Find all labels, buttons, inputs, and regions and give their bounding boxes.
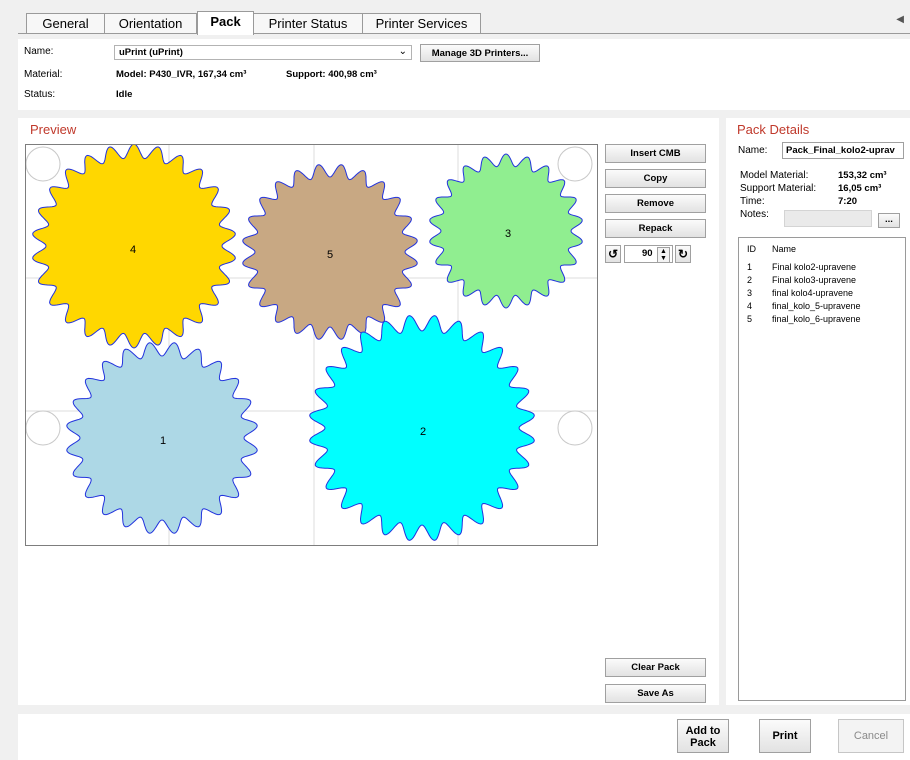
status-label: Status: [24, 89, 56, 100]
pack-model-material-value: 153,32 cm³ [838, 170, 887, 181]
time-label: Time: [740, 196, 765, 207]
tab-printer-services[interactable]: Printer Services [362, 13, 481, 33]
build-plate-drawing [26, 145, 597, 545]
rotate-ccw-icon[interactable]: ↺ [605, 245, 621, 263]
list-item-id: 2 [747, 275, 753, 285]
status-value: Idle [116, 89, 133, 100]
tab-printer-status[interactable]: Printer Status [253, 13, 363, 33]
list-item-name: Final kolo2-upravene [772, 262, 857, 272]
clear-pack-button[interactable]: Clear Pack [605, 658, 706, 677]
model-material-label: Model Material: [740, 170, 809, 181]
print-button[interactable]: Print [759, 719, 811, 753]
save-as-button[interactable]: Save As [605, 684, 706, 703]
pack-details-panel: Pack Details Name: Pack_Final_kolo2-upra… [726, 118, 910, 705]
material-label: Material: [24, 69, 63, 80]
rotation-angle-field[interactable]: 90 ▲ ▼ [624, 245, 673, 263]
remove-button[interactable]: Remove [605, 194, 706, 213]
insert-cmb-button[interactable]: Insert CMB [605, 144, 706, 163]
tab-divider [18, 33, 910, 34]
printer-select[interactable]: uPrint (uPrint) ⌄ [114, 45, 412, 60]
notes-label: Notes: [740, 209, 769, 220]
corner-clip-top-right [557, 146, 593, 182]
pack-parts-list[interactable]: ID Name 1 Final kolo2-upravene 2 Final k… [738, 237, 906, 701]
list-item-id: 4 [747, 301, 753, 311]
corner-clip-bottom-right [557, 410, 593, 446]
chevron-down-icon: ⌄ [398, 46, 407, 57]
notes-browse-button[interactable]: ... [878, 213, 900, 228]
column-header-id[interactable]: ID [747, 244, 756, 254]
part-label-5: 5 [327, 249, 334, 261]
printer-select-value: uPrint (uPrint) [119, 47, 183, 58]
notes-field[interactable] [784, 210, 872, 227]
printer-info-panel: Name: uPrint (uPrint) ⌄ Manage 3D Printe… [18, 39, 910, 110]
cancel-button[interactable]: Cancel [838, 719, 904, 753]
corner-clip-bottom-left [26, 410, 61, 446]
support-material-label: Support Material: [740, 183, 817, 194]
list-item-name: Final kolo3-upravene [772, 275, 857, 285]
build-plate-canvas[interactable]: 4 5 3 1 2 [25, 144, 598, 546]
rotate-cw-icon[interactable]: ↻ [675, 245, 691, 263]
part-label-2: 2 [420, 426, 427, 438]
pack-name-input[interactable]: Pack_Final_kolo2-uprav [782, 142, 904, 159]
pack-name-value: Pack_Final_kolo2-uprav [786, 145, 895, 156]
model-material-value: Model: P430_IVR, 167,34 cm³ [116, 69, 247, 80]
rotation-angle-value: 90 [642, 248, 653, 259]
repack-button[interactable]: Repack [605, 219, 706, 238]
rotation-controls: ↺ 90 ▲ ▼ ↻ [605, 245, 705, 265]
preview-title: Preview [30, 122, 77, 137]
part-label-3: 3 [505, 228, 512, 240]
list-item-id: 1 [747, 262, 753, 272]
list-item-name: final_kolo_6-upravene [772, 314, 861, 324]
tab-general[interactable]: General [26, 13, 105, 33]
list-item-name: final kolo4-upravene [772, 288, 854, 298]
pack-support-material-value: 16,05 cm³ [838, 183, 882, 194]
tab-pack[interactable]: Pack [197, 11, 254, 35]
manage-printers-button[interactable]: Manage 3D Printers... [420, 44, 540, 62]
part-label-4: 4 [130, 244, 137, 256]
list-item-id: 5 [747, 314, 753, 324]
tab-bar: General Orientation Pack Printer Status … [0, 0, 910, 35]
tab-scroll-left-icon[interactable]: ◀ [896, 14, 904, 25]
tab-orientation[interactable]: Orientation [104, 13, 197, 33]
support-material-value: Support: 400,98 cm³ [286, 69, 377, 80]
printer-name-label: Name: [24, 46, 54, 57]
time-value: 7:20 [838, 196, 858, 207]
corner-clip-top-left [26, 146, 61, 182]
action-bar: Add to Pack Print Cancel [18, 714, 910, 760]
preview-panel: Preview 4 5 3 1 2 Insert CMB Copy Remove [18, 118, 719, 705]
add-to-pack-button[interactable]: Add to Pack [677, 719, 729, 753]
list-item-name: final_kolo_5-upravene [772, 301, 861, 311]
spinner-icon[interactable]: ▲ ▼ [657, 247, 670, 263]
copy-button[interactable]: Copy [605, 169, 706, 188]
pack-name-label: Name: [738, 145, 768, 156]
part-label-1: 1 [160, 435, 167, 447]
column-header-name[interactable]: Name [772, 244, 796, 254]
list-item-id: 3 [747, 288, 753, 298]
pack-details-title: Pack Details [737, 122, 810, 137]
